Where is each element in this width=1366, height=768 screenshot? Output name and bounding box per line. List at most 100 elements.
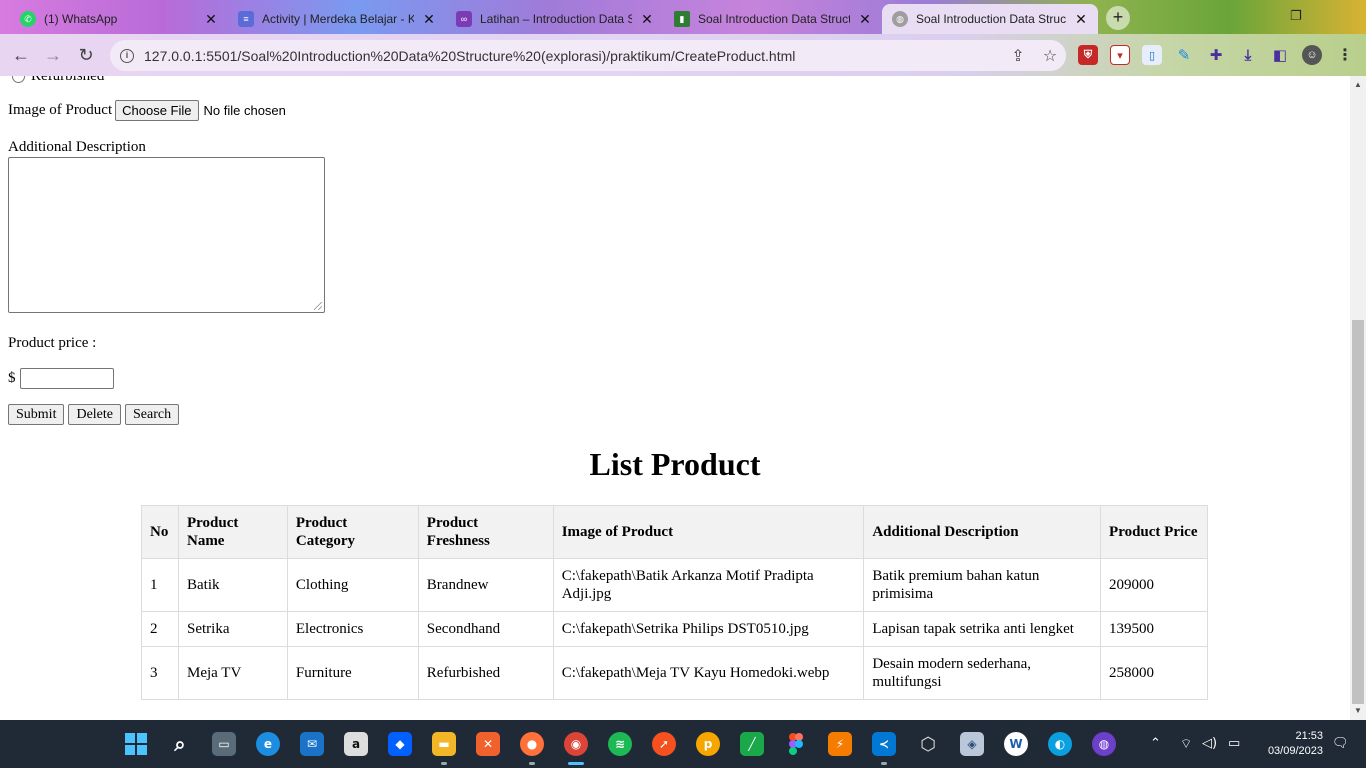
vscode-icon[interactable]: ≺ (872, 732, 896, 756)
page-viewport: Refurbished Image of Product Choose File… (0, 76, 1350, 720)
scroll-up-icon[interactable]: ▲ (1354, 80, 1362, 89)
description-textarea[interactable] (8, 157, 325, 313)
pocket-extension-icon[interactable]: ▾ (1110, 45, 1130, 65)
choose-file-button[interactable]: Choose File (115, 100, 199, 121)
header-product-category: Product Category (286, 505, 419, 559)
clock-time: 21:53 (1295, 730, 1323, 742)
xampp-icon[interactable]: ✕ (476, 732, 500, 756)
scrollbar-thumb[interactable] (1352, 320, 1364, 704)
scroll-down-icon[interactable]: ▼ (1354, 706, 1362, 715)
share-icon[interactable]: ⇪ (1002, 46, 1034, 66)
table-row: 2 Setrika Electronics Secondhand C:\fake… (141, 611, 1208, 647)
close-icon[interactable]: ✕ (204, 11, 218, 28)
task-view-icon[interactable]: ▭ (212, 732, 236, 756)
tab-soal-1[interactable]: ▮ Soal Introduction Data Struct ✕ (664, 4, 882, 34)
tab-soal-active[interactable]: ◍ Soal Introduction Data Struct ✕ (882, 4, 1098, 34)
firefox-icon[interactable]: ● (520, 732, 544, 756)
price-input[interactable] (19, 368, 114, 389)
url-text[interactable]: 127.0.0.1:5501/Soal%20Introduction%20Dat… (144, 48, 1002, 64)
page-scrollbar[interactable]: ▲ ▼ (1350, 76, 1366, 720)
edge-icon[interactable]: e (256, 732, 280, 756)
header-product-name: Product Name (177, 505, 288, 559)
search-icon[interactable]: ⌕ (168, 732, 192, 756)
clipboard-extension-icon[interactable]: ▯ (1142, 45, 1162, 65)
cell-category: Electronics (286, 611, 419, 647)
cell-freshness: Secondhand (417, 611, 554, 647)
side-panel-icon[interactable]: ◧ (1270, 45, 1290, 65)
github-desktop-icon[interactable]: ◍ (1092, 732, 1116, 756)
profile-avatar[interactable]: ☺ (1302, 45, 1322, 65)
tab-strip: ✆ (1) WhatsApp ✕ ≡ Activity | Merdeka Be… (0, 0, 1366, 34)
description-label: Additional Description (8, 139, 146, 156)
tab-label: Activity | Merdeka Belajar - K (262, 12, 414, 26)
battery-icon[interactable]: ▭ (1228, 736, 1240, 751)
merdeka-icon: ≡ (238, 11, 254, 27)
cell-category: Clothing (286, 558, 419, 612)
radio-button[interactable] (12, 76, 25, 83)
volume-icon[interactable]: ◁) (1202, 736, 1217, 751)
cell-image: C:\fakepath\Meja TV Kayu Homedoki.webp (552, 646, 865, 700)
file-explorer-icon[interactable]: ▬ (432, 732, 456, 756)
shield-extension-icon[interactable]: ⛨ (1078, 45, 1098, 65)
tab-label: Soal Introduction Data Struct (698, 12, 850, 26)
cell-name: Batik (177, 558, 288, 612)
header-additional-description: Additional Description (863, 505, 1102, 559)
product-table: No Product Name Product Category Product… (141, 505, 1208, 700)
mail-icon[interactable]: ✉ (300, 732, 324, 756)
tab-label: (1) WhatsApp (44, 12, 118, 26)
bookmark-star-icon[interactable]: ☆ (1034, 46, 1066, 66)
notification-icon[interactable]: 🗨 (1332, 736, 1349, 751)
running-indicator (881, 762, 887, 765)
address-bar[interactable]: i 127.0.0.1:5501/Soal%20Introduction%20D… (110, 40, 1066, 71)
delete-button[interactable]: Delete (68, 404, 121, 425)
cell-description: Batik premium bahan katun primisima (863, 558, 1102, 612)
new-tab-button[interactable]: + (1106, 6, 1130, 30)
windows-start-icon[interactable] (124, 732, 148, 756)
cell-price: 209000 (1100, 558, 1208, 612)
submit-button[interactable]: Submit (8, 404, 65, 425)
reload-icon[interactable]: ↻ (74, 44, 98, 68)
running-indicator (529, 762, 535, 765)
currency-symbol: $ (8, 370, 16, 386)
close-icon[interactable]: ✕ (422, 11, 436, 28)
clock-date: 03/09/2023 (1267, 745, 1323, 757)
tab-whatsapp[interactable]: ✆ (1) WhatsApp ✕ (10, 4, 228, 34)
freshness-radio-refurbished[interactable]: Refurbished (12, 76, 104, 85)
taskbar: ⌕ ▭ e ✉ a ◆ ▬ ✕ ● ◉ ≋ ➚ p ╱ ⚡ ≺ ⬡ ◈ W ◐ … (0, 720, 1366, 768)
postman-icon[interactable]: ➚ (652, 732, 676, 756)
sourcetree-icon[interactable]: ⚡ (828, 732, 852, 756)
spotify-icon[interactable]: ≋ (608, 732, 632, 756)
active-indicator (568, 762, 584, 765)
dropbox-icon[interactable]: ◆ (388, 732, 412, 756)
pencil-app-icon[interactable]: p (696, 732, 720, 756)
site-info-icon[interactable]: i (120, 48, 134, 63)
tab-latihan[interactable]: ∞ Latihan – Introduction Data S ✕ (446, 4, 664, 34)
word-app-icon[interactable]: W (1004, 732, 1028, 756)
search-button[interactable]: Search (125, 404, 180, 425)
chrome-icon[interactable]: ◉ (564, 732, 588, 756)
menu-kebab-icon[interactable]: ⋮ (1335, 45, 1355, 65)
system-clock[interactable]: 21:53 03/09/2023 (1268, 729, 1323, 759)
pen-extension-icon[interactable]: ✎ (1174, 45, 1194, 65)
puzzle-extensions-icon[interactable]: ✚ (1206, 45, 1226, 65)
cell-freshness: Brandnew (417, 558, 554, 612)
close-icon[interactable]: ✕ (640, 11, 654, 28)
amazon-icon[interactable]: a (344, 732, 368, 756)
back-icon[interactable]: ← (9, 44, 33, 68)
tab-merdeka[interactable]: ≡ Activity | Merdeka Belajar - K ✕ (228, 4, 446, 34)
cube-app-icon[interactable]: ⬡ (916, 732, 940, 756)
mysql-icon[interactable]: ◐ (1048, 732, 1072, 756)
wifi-icon[interactable]: ⌔ (1180, 736, 1192, 752)
restore-icon[interactable]: ❐ (1290, 8, 1302, 24)
forward-icon[interactable]: → (41, 44, 65, 68)
figma-icon[interactable] (784, 732, 808, 756)
close-icon[interactable]: ✕ (858, 11, 872, 28)
cell-description: Desain modern sederhana, multifungsi (863, 646, 1102, 700)
green-app-icon[interactable]: ╱ (740, 732, 764, 756)
download-icon[interactable]: ⤓ (1238, 45, 1258, 65)
chevron-up-icon[interactable]: ⌃ (1150, 736, 1161, 751)
close-icon[interactable]: ✕ (1074, 11, 1088, 28)
resize-handle[interactable] (314, 302, 322, 310)
table-header-row: No Product Name Product Category Product… (141, 505, 1208, 559)
virtualbox-icon[interactable]: ◈ (960, 732, 984, 756)
